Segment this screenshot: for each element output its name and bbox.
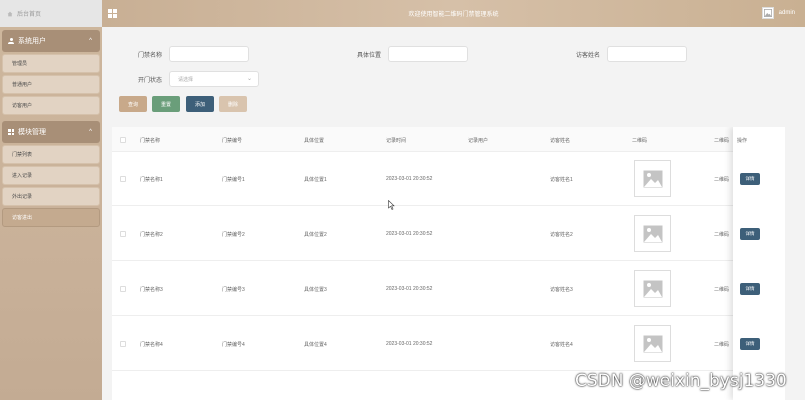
cell-qr-text: 二维码	[714, 232, 730, 238]
chevron-up-icon: ^	[89, 38, 92, 44]
cell-record-time: 2023-03-01 20:30:52	[386, 286, 433, 292]
query-button[interactable]: 查询	[119, 96, 147, 112]
cell-record-time: 2023-03-01 20:30:52	[386, 176, 433, 182]
menu-group-system-users[interactable]: 系统用户 ^	[2, 30, 100, 52]
home-icon	[7, 11, 13, 16]
cell-visitor-name: 访客姓名1	[550, 177, 573, 183]
main-content: 门禁名称 具体位置 访客姓名 开门状态 请选择 ⌄ 查询 重置 添加 删除 门禁…	[102, 27, 805, 400]
detail-button[interactable]: 详情	[740, 173, 760, 185]
table-row[interactable]: 门禁名称4 门禁编号4 具体位置4 2023-03-01 20:30:52 访客…	[112, 317, 785, 371]
visitor-name-input[interactable]	[607, 46, 687, 62]
column-header: 二维码	[714, 138, 730, 144]
column-header: 门禁编号	[222, 138, 243, 144]
qr-image-icon[interactable]	[634, 270, 671, 307]
menu-group-label: 模块管理	[18, 129, 46, 136]
sidebar: 系统用户 ^ 管理员 普通用户 访客用户 模块管理 ^ 门禁列表 进入记录 外出…	[0, 27, 102, 400]
status-select[interactable]: 请选择 ⌄	[169, 71, 259, 87]
header-bar: 欢迎使用智能二维码门禁管理系统 admin	[102, 0, 805, 27]
search-panel: 门禁名称 具体位置 访客姓名 开门状态 请选择 ⌄ 查询 重置 添加 删除	[102, 27, 805, 123]
top-header: 后台首页 欢迎使用智能二维码门禁管理系统 admin	[0, 0, 805, 27]
reset-button[interactable]: 重置	[152, 96, 180, 112]
column-header: 操作	[737, 138, 748, 144]
add-button[interactable]: 添加	[186, 96, 214, 112]
sidebar-item-visitor-access[interactable]: 访客进出	[2, 208, 100, 227]
location-label: 具体位置	[357, 53, 382, 59]
actions-column: 操作 详情 详情 详情 详情	[733, 127, 785, 400]
status-placeholder: 请选择	[178, 76, 194, 83]
door-name-label: 门禁名称	[138, 53, 163, 59]
user-menu[interactable]: admin	[761, 7, 795, 19]
watermark: CSDN @weixin_bysj1330	[575, 371, 787, 391]
column-header: 二维码	[632, 138, 648, 144]
page-title: 欢迎使用智能二维码门禁管理系统	[408, 12, 499, 18]
cell-door-name: 门禁名称4	[140, 342, 163, 348]
menu-group-label: 系统用户	[18, 38, 46, 45]
door-name-input[interactable]	[169, 46, 249, 62]
cell-qr-text: 二维码	[714, 287, 730, 293]
location-input[interactable]	[388, 46, 468, 62]
avatar-icon	[761, 7, 774, 19]
column-header: 具体位置	[304, 138, 325, 144]
cell-door-code: 门禁编号4	[222, 342, 245, 348]
column-header: 记录时间	[386, 138, 407, 144]
row-checkbox[interactable]	[120, 231, 126, 237]
home-label: 后台首页	[17, 12, 42, 18]
mouse-cursor-icon	[388, 200, 395, 210]
grid-icon	[8, 129, 14, 135]
sidebar-item-door-list[interactable]: 门禁列表	[2, 145, 100, 164]
sidebar-item-admin[interactable]: 管理员	[2, 54, 100, 73]
cell-door-code: 门禁编号2	[222, 232, 245, 238]
cell-record-time: 2023-03-01 20:30:52	[386, 341, 433, 347]
detail-button[interactable]: 详情	[740, 228, 760, 240]
status-label: 开门状态	[138, 78, 163, 84]
cell-door-code: 门禁编号3	[222, 287, 245, 293]
cell-location: 具体位置1	[304, 177, 327, 183]
delete-button[interactable]: 删除	[219, 96, 247, 112]
column-header: 访客姓名	[550, 138, 571, 144]
cell-location: 具体位置3	[304, 287, 327, 293]
home-link[interactable]: 后台首页	[0, 0, 102, 27]
username: admin	[778, 10, 795, 16]
row-checkbox[interactable]	[120, 341, 126, 347]
detail-button[interactable]: 详情	[740, 338, 760, 350]
cell-door-code: 门禁编号1	[222, 177, 245, 183]
cell-visitor-name: 访客姓名3	[550, 287, 573, 293]
table-header: 门禁名称 门禁编号 具体位置 记录时间 记录用户 访客姓名 二维码 二维码	[112, 127, 785, 152]
sidebar-item-entry-records[interactable]: 进入记录	[2, 166, 100, 185]
sidebar-item-visitor-user[interactable]: 访客用户	[2, 96, 100, 115]
visitor-name-label: 访客姓名	[576, 53, 601, 59]
menu-group-modules[interactable]: 模块管理 ^	[2, 121, 100, 143]
cell-location: 具体位置4	[304, 342, 327, 348]
table-row[interactable]: 门禁名称1 门禁编号1 具体位置1 2023-03-01 20:30:52 访客…	[112, 152, 785, 206]
qr-image-icon[interactable]	[634, 325, 671, 362]
user-icon	[8, 38, 14, 44]
cell-location: 具体位置2	[304, 232, 327, 238]
cell-qr-text: 二维码	[714, 342, 730, 348]
cell-qr-text: 二维码	[714, 177, 730, 183]
column-header: 门禁名称	[140, 138, 161, 144]
cell-record-time: 2023-03-01 20:30:52	[386, 231, 433, 237]
cell-door-name: 门禁名称1	[140, 177, 163, 183]
cell-visitor-name: 访客姓名4	[550, 342, 573, 348]
data-table: 门禁名称 门禁编号 具体位置 记录时间 记录用户 访客姓名 二维码 二维码 门禁…	[112, 127, 785, 400]
chevron-down-icon: ⌄	[246, 76, 252, 82]
row-checkbox[interactable]	[120, 286, 126, 292]
qr-image-icon[interactable]	[634, 160, 671, 197]
cell-door-name: 门禁名称3	[140, 287, 163, 293]
row-checkbox[interactable]	[120, 176, 126, 182]
detail-button[interactable]: 详情	[740, 283, 760, 295]
column-header: 记录用户	[468, 138, 489, 144]
table-row[interactable]: 门禁名称2 门禁编号2 具体位置2 2023-03-01 20:30:52 访客…	[112, 207, 785, 261]
qr-image-icon[interactable]	[634, 215, 671, 252]
cell-visitor-name: 访客姓名2	[550, 232, 573, 238]
sidebar-item-exit-records[interactable]: 外出记录	[2, 187, 100, 206]
chevron-up-icon: ^	[89, 129, 92, 135]
menu-toggle-icon[interactable]	[108, 9, 118, 18]
table-row[interactable]: 门禁名称3 门禁编号3 具体位置3 2023-03-01 20:30:52 访客…	[112, 262, 785, 316]
sidebar-item-normal-user[interactable]: 普通用户	[2, 75, 100, 94]
select-all-checkbox[interactable]	[120, 137, 126, 143]
cell-door-name: 门禁名称2	[140, 232, 163, 238]
